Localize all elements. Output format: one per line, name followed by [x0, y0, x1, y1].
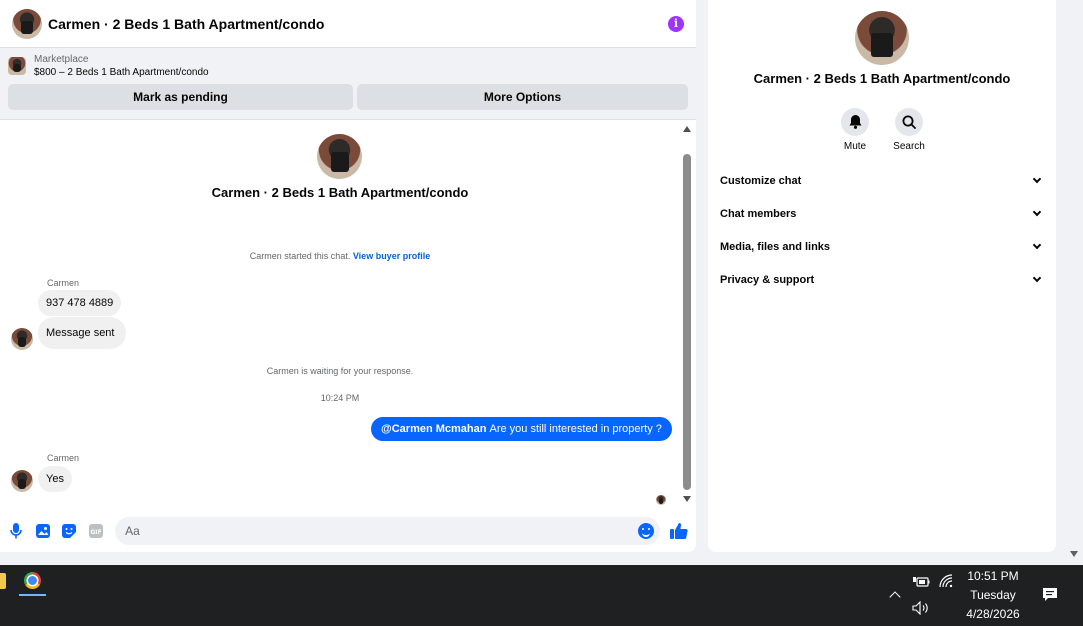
chat-info-panel: Carmen · 2 Beds 1 Bath Apartment/condo M… — [708, 0, 1056, 552]
view-buyer-profile-link[interactable]: View buyer profile — [353, 251, 430, 261]
battery-icon[interactable] — [913, 575, 930, 593]
system-clock[interactable]: 10:51 PM Tuesday 4/28/2026 — [952, 567, 1034, 624]
wifi-icon[interactable] — [939, 574, 953, 593]
sender-name: Carmen — [47, 453, 80, 463]
chat-members-row[interactable]: Chat members — [720, 197, 1042, 230]
message-timestamp: 10:24 PM — [320, 393, 360, 403]
read-receipt-avatar — [656, 495, 666, 505]
sticker-icon[interactable] — [62, 523, 78, 539]
notification-icon[interactable] — [1042, 587, 1058, 608]
gif-icon[interactable]: GIF — [88, 523, 104, 539]
contact-avatar[interactable] — [12, 8, 42, 39]
message-scrollbar[interactable] — [681, 124, 693, 506]
search-label: Search — [893, 141, 925, 152]
photo-icon[interactable] — [35, 523, 51, 539]
message-list: Carmen · 2 Beds 1 Bath Apartment/condo C… — [0, 121, 680, 508]
clock-time: 10:51 PM — [967, 569, 1019, 583]
clock-day: Tuesday — [970, 588, 1016, 602]
marketplace-banner: Marketplace $800 – 2 Beds 1 Bath Apartme… — [0, 48, 696, 120]
marketplace-label: Marketplace — [34, 54, 89, 65]
listing-thumbnail[interactable] — [8, 57, 26, 75]
intro-name: Carmen · 2 Beds 1 Bath Apartment/condo — [211, 185, 469, 200]
chevron-down-icon — [1032, 273, 1042, 283]
chevron-down-icon — [1032, 174, 1042, 184]
page-scroll-down-arrow[interactable] — [1070, 551, 1078, 557]
sender-avatar[interactable] — [11, 470, 33, 492]
chat-header: Carmen · 2 Beds 1 Bath Apartment/condo i — [0, 0, 696, 48]
chat-panel: Carmen · 2 Beds 1 Bath Apartment/condo i… — [0, 0, 696, 552]
svg-text:GIF: GIF — [91, 529, 102, 536]
incoming-message[interactable]: 937 478 4889 — [38, 290, 122, 316]
scroll-up-arrow[interactable] — [683, 126, 691, 132]
info-icon[interactable]: i — [668, 15, 684, 32]
volume-icon[interactable] — [912, 600, 930, 620]
chevron-down-icon — [1032, 207, 1042, 217]
emoji-icon[interactable] — [638, 523, 655, 539]
composer: GIF Aa — [0, 514, 696, 548]
waiting-notice: Carmen is waiting for your response. — [266, 366, 414, 376]
taskbar: 10:51 PM Tuesday 4/28/2026 — [0, 565, 1083, 626]
info-avatar[interactable] — [855, 11, 909, 65]
mention[interactable]: @Carmen Mcmahan — [381, 423, 486, 435]
info-name: Carmen · 2 Beds 1 Bath Apartment/condo — [753, 71, 1011, 86]
search-button[interactable]: Search — [893, 108, 925, 152]
show-hidden-icons-icon[interactable] — [889, 591, 901, 603]
incoming-message[interactable]: Message sent — [38, 317, 127, 349]
more-options-button[interactable]: More Options — [357, 84, 688, 110]
sender-name: Carmen — [47, 278, 80, 288]
bell-icon[interactable] — [841, 108, 869, 136]
thumbs-up-icon[interactable] — [670, 522, 688, 540]
chat-started-notice: Carmen started this chat. View buyer pro… — [249, 251, 431, 261]
info-sections: Customize chat Chat members Media, files… — [720, 164, 1042, 296]
chat-title[interactable]: Carmen · 2 Beds 1 Bath Apartment/condo — [48, 16, 668, 32]
intro-avatar[interactable] — [317, 134, 362, 179]
chrome-icon[interactable] — [24, 572, 41, 589]
listing-title[interactable]: $800 – 2 Beds 1 Bath Apartment/condo — [34, 67, 209, 78]
mark-as-pending-button[interactable]: Mark as pending — [8, 84, 353, 110]
scroll-thumb[interactable] — [683, 154, 691, 490]
clock-date: 4/28/2026 — [966, 607, 1020, 621]
message-input[interactable]: Aa — [115, 517, 661, 545]
search-icon[interactable] — [895, 108, 923, 136]
microphone-icon[interactable] — [8, 523, 24, 539]
mute-label: Mute — [843, 141, 867, 152]
sender-avatar[interactable] — [11, 328, 33, 350]
privacy-support-row[interactable]: Privacy & support — [720, 263, 1042, 296]
customize-chat-row[interactable]: Customize chat — [720, 164, 1042, 197]
mute-button[interactable]: Mute — [841, 108, 869, 152]
chevron-down-icon — [1032, 240, 1042, 250]
active-app-indicator — [19, 594, 46, 596]
media-files-links-row[interactable]: Media, files and links — [720, 230, 1042, 263]
scroll-down-arrow[interactable] — [683, 496, 691, 502]
outgoing-message[interactable]: @Carmen Mcmahan Are you still interested… — [371, 417, 672, 441]
file-explorer-icon[interactable] — [0, 573, 6, 589]
info-actions: Mute Search — [708, 108, 1056, 152]
incoming-message[interactable]: Yes — [38, 466, 72, 492]
